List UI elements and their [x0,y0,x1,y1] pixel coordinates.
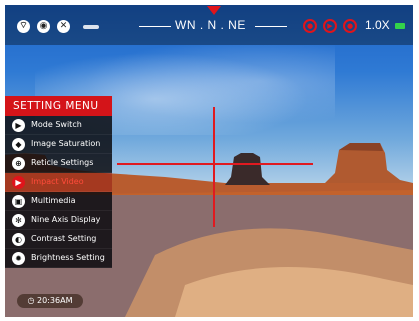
menu-item-label: Reticle Settings [31,158,94,167]
rec-video-icon[interactable]: ▶ [323,19,337,33]
zoom-level: 1.0X [365,18,390,32]
nine-axis-icon: ✻ [12,214,25,227]
menu-item-brightness-setting[interactable]: ✹ Brightness Setting [5,249,112,268]
settings-icon[interactable]: ✕ [57,20,70,33]
menu-title: SETTING MENU [5,96,112,116]
brightness-icon: ✹ [12,252,25,265]
impact-video-icon: ▶ [12,176,25,189]
camera-icon[interactable]: ◉ [37,20,50,33]
clock-icon: ◷ [27,296,35,305]
menu-item-label: Mode Switch [31,120,82,129]
menu-item-label: Multimedia [31,196,76,205]
menu-item-reticle-settings[interactable]: ⊕ Reticle Settings [5,154,112,173]
viewfinder: ⌔ ◉ ✕ WN . N . NE ● ▶ ● 1.0X SETTING MEN… [5,5,413,317]
reticle-icon: ⊕ [12,157,25,170]
contrast-icon: ◐ [12,233,25,246]
clock-badge: ◷ 20:36AM [17,294,83,308]
menu-item-impact-video[interactable]: ▶ Impact Video [5,173,112,192]
battery-icon [395,23,405,29]
mode-switch-icon: ▶ [12,119,25,132]
menu-item-label: Image Saturation [31,139,101,148]
menu-item-image-saturation[interactable]: ◆ Image Saturation [5,135,112,154]
menu-item-mode-switch[interactable]: ▶ Mode Switch [5,116,112,135]
compass-line-right [255,26,287,27]
clock-time: 20:36AM [37,296,73,305]
rec-audio-icon[interactable]: ● [343,19,357,33]
compass-pointer-icon [207,6,221,15]
reticle-horizontal-line [117,163,313,165]
wifi-icon[interactable]: ⌔ [17,20,30,33]
reticle-vertical-line [213,107,215,227]
compass-heading: WN . N . NE [175,18,246,32]
signal-bar [83,25,99,29]
menu-item-label: Contrast Setting [31,234,97,243]
multimedia-icon: ▣ [12,195,25,208]
rec-photo-icon[interactable]: ● [303,19,317,33]
menu-item-label: Nine Axis Display [31,215,101,224]
status-bar: ⌔ ◉ ✕ WN . N . NE ● ▶ ● 1.0X [5,5,413,45]
menu-item-label: Brightness Setting [31,253,105,262]
menu-item-contrast-setting[interactable]: ◐ Contrast Setting [5,230,112,249]
menu-item-multimedia[interactable]: ▣ Multimedia [5,192,112,211]
compass-line-left [139,26,171,27]
saturation-icon: ◆ [12,138,25,151]
menu-item-label: Impact Video [31,177,84,186]
menu-item-nine-axis-display[interactable]: ✻ Nine Axis Display [5,211,112,230]
